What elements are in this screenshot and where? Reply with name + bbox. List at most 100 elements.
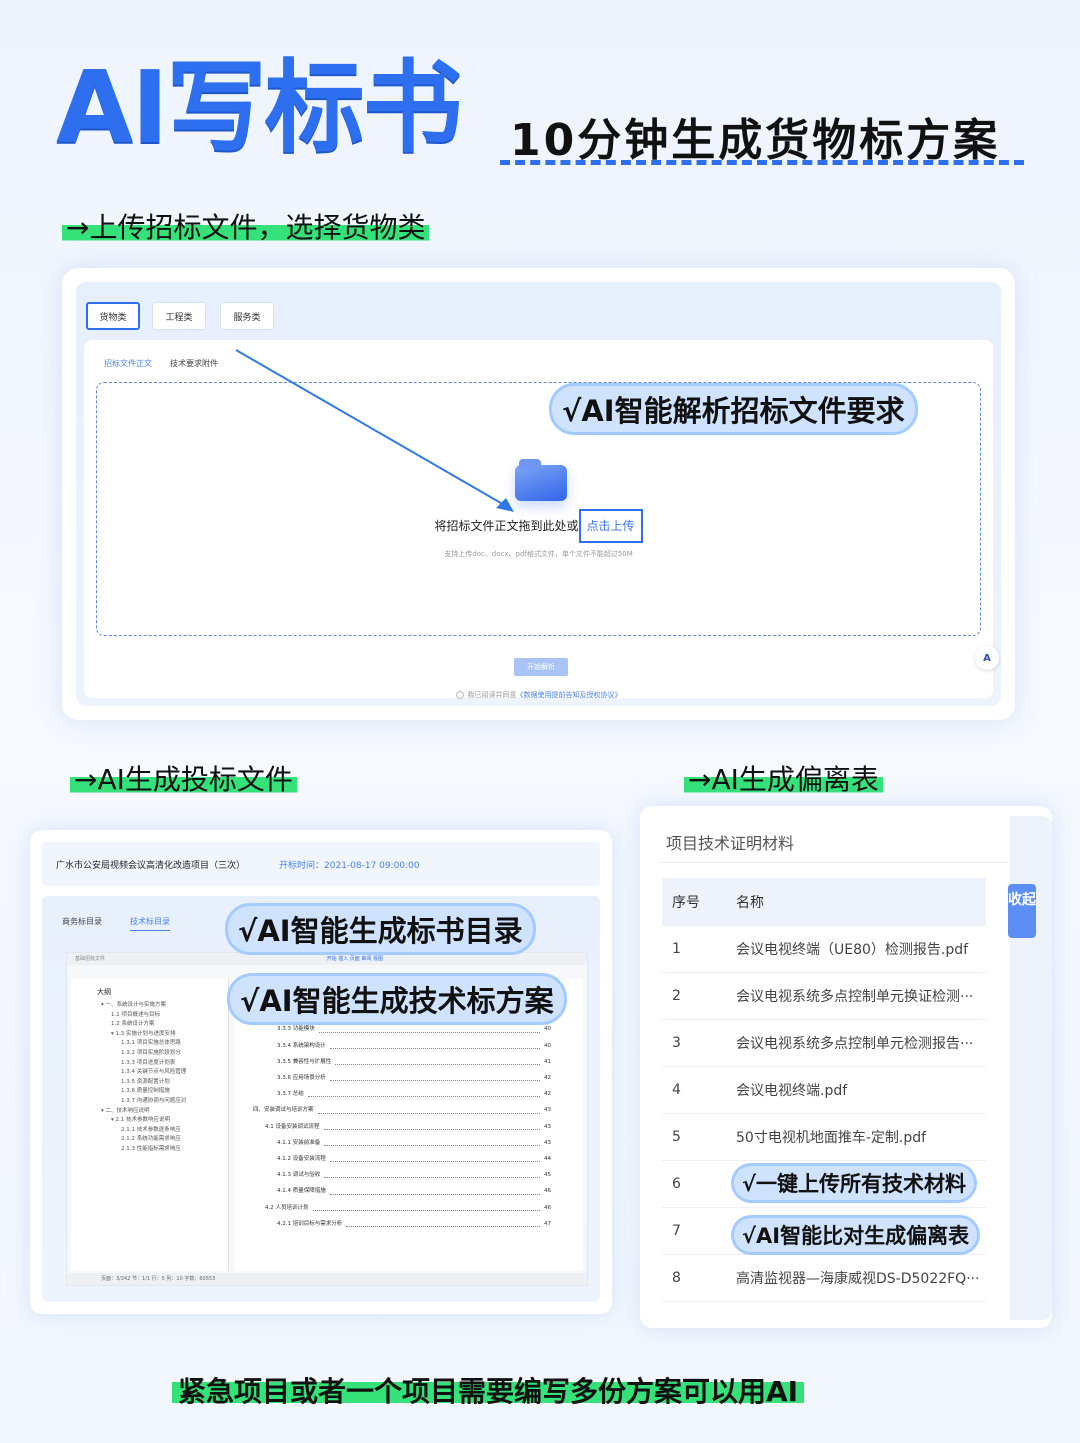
outline-item[interactable]: 2.1.1 技术参数逐条响应	[71, 1126, 228, 1136]
toc-leader	[329, 1038, 540, 1049]
section-label-upload: →上传招标文件，选择货物类	[62, 206, 430, 246]
agree-radio[interactable]	[455, 691, 464, 699]
toc-title: 3.3.6 应用场景分析	[277, 1075, 326, 1082]
section-label-generate: →AI生成投标文件	[70, 758, 297, 798]
drop-text: 将招标文件正文拖到此处或	[434, 519, 579, 533]
start-parse-button[interactable]: 开始解析	[514, 658, 568, 676]
toc-page: 43	[544, 1107, 551, 1114]
table-row[interactable]: 1 会议电视终端（UE80）检测报告.pdf	[662, 926, 986, 973]
outline-item[interactable]: 1.3.6 质量控制措施	[71, 1087, 228, 1097]
table-row[interactable]: 8 高清监视器—海康威视DS-D5022FQ···	[662, 1255, 986, 1302]
outline-item[interactable]: ▾ 一、系统设计与实施方案	[71, 1001, 228, 1011]
row-index: 7	[672, 1223, 681, 1239]
tab-tech-catalog[interactable]: 技术标目录	[130, 916, 170, 931]
row-file-name: 高清监视器—海康威视DS-D5022FQ···	[736, 1271, 980, 1287]
outline-item[interactable]: ▾ 2.1 技术参数响应说明	[71, 1116, 228, 1126]
toc-page: 43	[544, 1139, 551, 1146]
ai-assistant-icon[interactable]: A	[975, 646, 999, 670]
outline-item[interactable]: ▾ 1.3 实施计划与进度安排	[71, 1030, 228, 1040]
collapse-button[interactable]: 收起	[1008, 884, 1036, 938]
toc-title: 3.3.3 功能模块	[277, 1026, 315, 1033]
toc-page: 44	[544, 1156, 551, 1163]
toc-title: 4.2.1 培训目标与需求分析	[277, 1220, 343, 1227]
subtab-tech-attachment[interactable]: 技术要求附件	[170, 358, 218, 369]
toc-leader	[335, 1054, 540, 1066]
project-title: 广水市公安局视频会议高清化改造项目（三次）	[56, 860, 246, 871]
table-row[interactable]: 2 会议电视系统多点控制单元换证检测···	[662, 973, 986, 1020]
toc-entry: 3.3.5 兼容性与扩展性 41	[253, 1054, 551, 1070]
document-panel: 广水市公安局视频会议高清化改造项目（三次） 开标时间：2021-08-17 09…	[30, 830, 612, 1314]
toc-page: 43	[544, 1123, 551, 1130]
row-index: 8	[672, 1270, 681, 1286]
outline-item[interactable]: 1.3.7 沟通协调与问题应对	[71, 1097, 228, 1107]
toc-title: 4.1.1 安装前准备	[277, 1139, 321, 1146]
hero-subtitle: 10分钟生成货物标方案	[510, 115, 1001, 166]
row-index: 4	[672, 1082, 681, 1098]
toc-page: 40	[544, 1026, 551, 1033]
row-file-name: 会议电视终端（UE80）检测报告.pdf	[736, 942, 969, 958]
outline-item[interactable]: 1.3.3 项目进度计划表	[71, 1059, 228, 1069]
toc-entry: 3.3.3 功能模块 40	[253, 1021, 551, 1037]
toc-entry: 4.1.2 设备安装流程 44	[253, 1151, 551, 1167]
toc-entry: 4.1.4 质量保障措施 46	[253, 1183, 551, 1199]
toc-page: 40	[544, 1042, 551, 1049]
editor-ribbon[interactable]: 开始 插入 页面 审阅 视图	[327, 956, 383, 962]
toc-title: 4.2 人员培训计划	[265, 1204, 309, 1211]
hero-title: AI写标书	[56, 49, 463, 166]
row-index: 1	[672, 941, 681, 957]
row-index: 6	[672, 1176, 681, 1192]
outline-item[interactable]: 2.1.3 性能指标需求响应	[71, 1145, 228, 1155]
toc-title: 4.1 设备安装调试流程	[265, 1123, 320, 1130]
toc-page: 47	[544, 1220, 551, 1227]
toc-leader	[329, 1151, 540, 1163]
row-file-name: 会议电视终端.pdf	[736, 1083, 848, 1099]
outline-list: ▾ 一、系统设计与实施方案 1.1 项目概述与目标 1.2 系统设计方案 ▾ 1.3 …	[71, 1001, 228, 1155]
agreement-link[interactable]: 《数据使用提前告知及授权协议》	[517, 691, 622, 699]
category-tab-engineering[interactable]: 工程类	[152, 302, 206, 330]
toc-entry: 4.1.3 调试与验收 45	[253, 1167, 551, 1183]
row-file-name: 50寸电视机地面推车-定制.pdf	[736, 1130, 927, 1146]
toc-title: 3.3.4 系统架构设计	[277, 1042, 326, 1049]
toc-title: 4.1.3 调试与验收	[277, 1172, 321, 1179]
click-upload-link[interactable]: 点击上传	[578, 509, 643, 543]
document-body: 商务标目录 技术标目录 基础招标文件 开始 插入 页面 审阅 视图 大纲 ▾ 一…	[42, 896, 600, 1302]
category-tab-goods[interactable]: 货物类	[86, 302, 140, 330]
editor-file-name: 基础招标文件	[75, 956, 106, 962]
outline-item[interactable]: 2.1.2 系统功能需求响应	[71, 1135, 228, 1145]
toc-leader	[312, 1200, 540, 1211]
outline-item[interactable]: 1.3.1 项目实施总体思路	[71, 1039, 228, 1049]
row-index: 5	[672, 1129, 681, 1145]
table-row[interactable]: 5 50寸电视机地面推车-定制.pdf	[662, 1114, 986, 1161]
editor-topbar: 基础招标文件 开始 插入 页面 审阅 视图	[67, 953, 587, 965]
toc-leader	[329, 1183, 540, 1195]
folder-icon	[515, 459, 567, 501]
footer-slogan: 紧急项目或者一个项目需要编写多份方案可以用AI	[172, 1370, 805, 1410]
outline-item[interactable]: ▾ 二、技术响应说明	[71, 1107, 228, 1117]
table-header: 序号 名称	[662, 878, 986, 926]
row-file-name: 会议电视系统多点控制单元换证检测···	[736, 989, 974, 1005]
callout-compare: √AI智能比对生成偏离表	[734, 1218, 978, 1252]
upload-panel: 货物类 工程类 服务类 招标文件正文 技术要求附件 将招标文件正文拖到此处或 点击…	[62, 268, 1015, 720]
upload-panel-inner: 货物类 工程类 服务类 招标文件正文 技术要求附件 将招标文件正文拖到此处或 点击…	[76, 282, 1001, 706]
table-row[interactable]: 3 会议电视系统多点控制单元检测报告···	[662, 1020, 986, 1067]
upload-hint: 支持上传doc、docx、pdf格式文件，单个文件不能超过50M	[444, 550, 633, 558]
outline-title: 大纲	[97, 988, 111, 996]
open-time: 开标时间：2021-08-17 09:00:00	[279, 860, 420, 871]
toc-title: 4.1.4 质量保障措施	[277, 1188, 326, 1195]
outline-item[interactable]: 1.3.2 项目实施阶段划分	[71, 1049, 228, 1059]
doc-page: 3.3.1 系统概述383.3.2 技术路线分析393.3.3 功能模块403.…	[235, 979, 583, 1271]
subtab-tender-body[interactable]: 招标文件正文	[104, 358, 152, 369]
callout-catalog: √AI智能生成标书目录	[228, 906, 533, 952]
outline-item[interactable]: 1.2 系统设计方案	[71, 1020, 228, 1030]
toc-title: 四、安装调试与培训方案	[253, 1107, 314, 1114]
category-tab-service[interactable]: 服务类	[220, 302, 274, 330]
outline-item[interactable]: 1.3.4 关键节点与风险管理	[71, 1068, 228, 1078]
row-file-name: 会议电视系统多点控制单元检测报告···	[736, 1036, 974, 1052]
toc-title: 4.1.2 设备安装流程	[277, 1156, 326, 1163]
outline-item[interactable]: 1.1 项目概述与目标	[71, 1011, 228, 1021]
outline-item[interactable]: 1.3.5 资源配置计划	[71, 1078, 228, 1088]
toc-page: 45	[544, 1172, 551, 1179]
table-row[interactable]: 4 会议电视终端.pdf	[662, 1067, 986, 1114]
tab-business-catalog[interactable]: 商务标目录	[62, 916, 102, 927]
toc-page: 41	[544, 1058, 551, 1065]
